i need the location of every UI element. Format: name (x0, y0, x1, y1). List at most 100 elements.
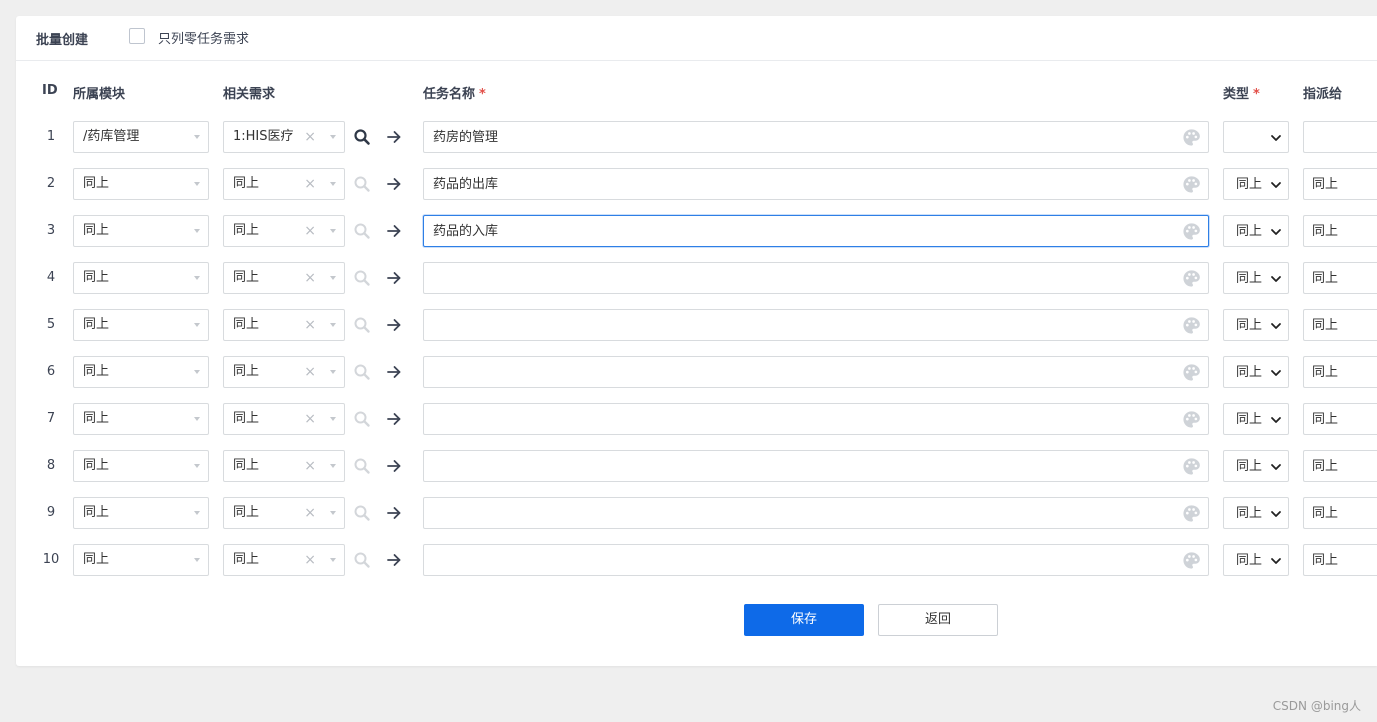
color-palette-icon[interactable] (1182, 410, 1201, 429)
assign-to-select[interactable]: 同上 (1303, 497, 1377, 529)
search-icon[interactable] (353, 410, 371, 428)
assign-to-select[interactable] (1303, 121, 1377, 153)
caret-down-icon (330, 464, 336, 468)
task-name-input[interactable] (423, 356, 1209, 388)
task-name-input[interactable] (423, 450, 1209, 482)
type-select[interactable]: 同上 (1223, 215, 1289, 247)
assign-to-select[interactable]: 同上 (1303, 544, 1377, 576)
arrow-right-icon[interactable] (385, 363, 403, 381)
clear-icon[interactable]: × (304, 317, 316, 333)
story-value: 同上 (233, 270, 260, 285)
type-select[interactable]: 同上 (1223, 356, 1289, 388)
arrow-right-icon[interactable] (385, 128, 403, 146)
color-palette-icon[interactable] (1182, 504, 1201, 523)
type-select[interactable] (1223, 121, 1289, 153)
clear-icon[interactable]: × (304, 505, 316, 521)
story-picker[interactable]: 同上 × (223, 309, 345, 341)
search-icon[interactable] (353, 457, 371, 475)
clear-icon[interactable]: × (304, 552, 316, 568)
search-icon[interactable] (353, 316, 371, 334)
module-picker[interactable]: /药库管理 (73, 121, 209, 153)
type-select[interactable]: 同上 (1223, 544, 1289, 576)
arrow-right-icon[interactable] (385, 551, 403, 569)
color-palette-icon[interactable] (1182, 363, 1201, 382)
module-picker[interactable]: 同上 (73, 168, 209, 200)
clear-icon[interactable]: × (304, 364, 316, 380)
type-select[interactable]: 同上 (1223, 262, 1289, 294)
only-zero-task-checkbox[interactable] (129, 28, 145, 44)
module-picker[interactable]: 同上 (73, 309, 209, 341)
search-icon[interactable] (353, 222, 371, 240)
assign-to-select[interactable]: 同上 (1303, 262, 1377, 294)
module-picker[interactable]: 同上 (73, 497, 209, 529)
search-icon[interactable] (353, 363, 371, 381)
story-picker[interactable]: 同上 × (223, 262, 345, 294)
arrow-right-icon[interactable] (385, 222, 403, 240)
only-zero-task-label[interactable]: 只列零任务需求 (158, 28, 249, 47)
task-name-input[interactable]: 药品的出库 (423, 168, 1209, 200)
type-select[interactable]: 同上 (1223, 309, 1289, 341)
story-picker[interactable]: 同上 × (223, 497, 345, 529)
search-icon[interactable] (353, 551, 371, 569)
task-name-input[interactable] (423, 403, 1209, 435)
assign-to-select[interactable]: 同上 (1303, 403, 1377, 435)
assign-to-select[interactable]: 同上 (1303, 168, 1377, 200)
module-picker[interactable]: 同上 (73, 544, 209, 576)
module-picker[interactable]: 同上 (73, 403, 209, 435)
search-icon[interactable] (353, 128, 371, 146)
type-select[interactable]: 同上 (1223, 403, 1289, 435)
color-palette-icon[interactable] (1182, 316, 1201, 335)
story-picker[interactable]: 同上 × (223, 544, 345, 576)
story-picker[interactable]: 同上 × (223, 450, 345, 482)
type-select[interactable]: 同上 (1223, 168, 1289, 200)
arrow-right-icon[interactable] (385, 410, 403, 428)
arrow-right-icon[interactable] (385, 457, 403, 475)
back-button[interactable]: 返回 (878, 604, 998, 636)
story-picker[interactable]: 1:HIS医疗 × (223, 121, 345, 153)
search-icon[interactable] (353, 504, 371, 522)
task-name-input[interactable]: 药房的管理 (423, 121, 1209, 153)
arrow-right-icon[interactable] (385, 316, 403, 334)
module-picker[interactable]: 同上 (73, 450, 209, 482)
caret-down-icon (194, 464, 200, 468)
clear-icon[interactable]: × (304, 270, 316, 286)
module-value: 同上 (83, 364, 110, 379)
module-picker[interactable]: 同上 (73, 356, 209, 388)
arrow-right-icon[interactable] (385, 269, 403, 287)
task-name-input[interactable] (423, 497, 1209, 529)
type-select[interactable]: 同上 (1223, 497, 1289, 529)
story-picker[interactable]: 同上 × (223, 168, 345, 200)
task-name-input[interactable] (423, 544, 1209, 576)
clear-icon[interactable]: × (304, 223, 316, 239)
color-palette-icon[interactable] (1182, 457, 1201, 476)
arrow-right-icon[interactable] (385, 504, 403, 522)
clear-icon[interactable]: × (304, 458, 316, 474)
story-picker[interactable]: 同上 × (223, 356, 345, 388)
color-palette-icon[interactable] (1182, 222, 1201, 241)
task-name-input[interactable]: 药品的入库 (423, 215, 1209, 247)
clear-icon[interactable]: × (304, 176, 316, 192)
save-button[interactable]: 保存 (744, 604, 864, 636)
module-picker[interactable]: 同上 (73, 262, 209, 294)
task-name-input[interactable] (423, 309, 1209, 341)
clear-icon[interactable]: × (304, 411, 316, 427)
assign-to-select[interactable]: 同上 (1303, 356, 1377, 388)
story-picker[interactable]: 同上 × (223, 215, 345, 247)
assign-to-select[interactable]: 同上 (1303, 450, 1377, 482)
color-palette-icon[interactable] (1182, 175, 1201, 194)
color-palette-icon[interactable] (1182, 269, 1201, 288)
arrow-right-icon[interactable] (385, 175, 403, 193)
clear-icon[interactable]: × (304, 129, 316, 145)
search-icon[interactable] (353, 269, 371, 287)
color-palette-icon[interactable] (1182, 128, 1201, 147)
search-icon[interactable] (353, 175, 371, 193)
table-row: 2 同上 同上 × 药品的出库 同上 同上 (16, 168, 1377, 200)
assign-to-select[interactable]: 同上 (1303, 309, 1377, 341)
task-name-input[interactable] (423, 262, 1209, 294)
type-select[interactable]: 同上 (1223, 450, 1289, 482)
task-name-value: 药房的管理 (433, 130, 499, 145)
story-picker[interactable]: 同上 × (223, 403, 345, 435)
assign-to-select[interactable]: 同上 (1303, 215, 1377, 247)
module-picker[interactable]: 同上 (73, 215, 209, 247)
color-palette-icon[interactable] (1182, 551, 1201, 570)
